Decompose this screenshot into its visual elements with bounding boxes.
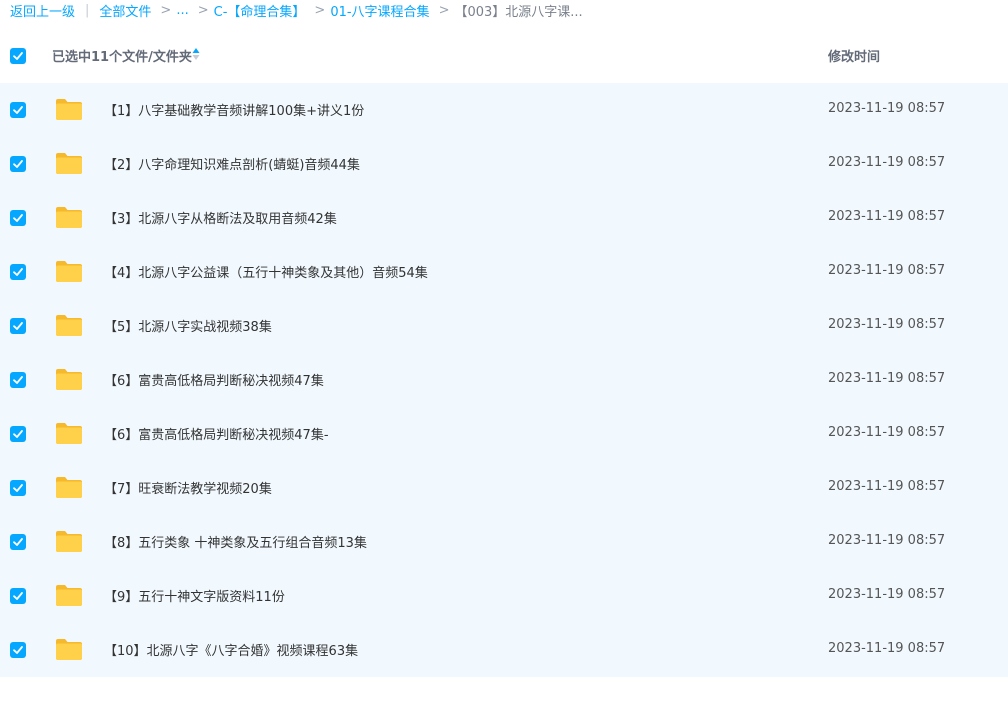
folder-icon — [56, 261, 82, 282]
row-checkbox[interactable] — [10, 264, 26, 280]
checkmark-icon — [13, 322, 23, 330]
folder-icon — [56, 585, 82, 606]
row-checkbox[interactable] — [10, 426, 26, 442]
file-name[interactable]: 【6】富贵高低格局判断秘决视频47集 — [104, 370, 324, 389]
back-link[interactable]: 返回上一级 — [10, 1, 75, 20]
breadcrumb: 返回上一级 | 全部文件 > ... > C-【命理合集】 > 01-八字课程合… — [10, 0, 583, 20]
checkmark-icon — [13, 430, 23, 438]
file-row[interactable]: 【8】五行类象 十神类象及五行组合音频13集 2023-11-19 08:57 — [0, 515, 1008, 569]
checkmark-icon — [13, 160, 23, 168]
checkmark-icon — [13, 376, 23, 384]
file-name[interactable]: 【1】八字基础教学音频讲解100集+讲义1份 — [104, 100, 364, 119]
chevron-right-icon: > — [314, 2, 326, 18]
file-row[interactable]: 【7】旺衰断法教学视频20集 2023-11-19 08:57 — [0, 461, 1008, 515]
file-row[interactable]: 【9】五行十神文字版资料11份 2023-11-19 08:57 — [0, 569, 1008, 623]
file-modified-time: 2023-11-19 08:57 — [828, 263, 946, 278]
row-checkbox[interactable] — [10, 642, 26, 658]
row-checkbox[interactable] — [10, 318, 26, 334]
file-modified-time: 2023-11-19 08:57 — [828, 533, 946, 548]
row-checkbox[interactable] — [10, 480, 26, 496]
checkmark-icon — [13, 646, 23, 654]
file-modified-time: 2023-11-19 08:57 — [828, 371, 946, 386]
checkmark-icon — [13, 592, 23, 600]
file-row[interactable]: 【4】北源八字公益课（五行十神类象及其他）音频54集 2023-11-19 08… — [0, 245, 1008, 299]
file-list-header: 已选中11个文件/文件夹 修改时间 — [0, 30, 1008, 82]
select-all-checkbox[interactable] — [10, 48, 26, 64]
breadcrumb-all-files[interactable]: 全部文件 — [99, 1, 151, 20]
file-name[interactable]: 【5】北源八字实战视频38集 — [104, 316, 272, 335]
chevron-right-icon: > — [197, 2, 209, 18]
row-checkbox[interactable] — [10, 156, 26, 172]
chevron-right-icon: > — [438, 2, 450, 18]
folder-icon — [56, 423, 82, 444]
checkmark-icon — [13, 484, 23, 492]
breadcrumb-level1[interactable]: C-【命理合集】 — [214, 1, 306, 20]
folder-icon — [56, 315, 82, 336]
file-row[interactable]: 【6】富贵高低格局判断秘决视频47集 2023-11-19 08:57 — [0, 353, 1008, 407]
file-row[interactable]: 【6】富贵高低格局判断秘决视频47集- 2023-11-19 08:57 — [0, 407, 1008, 461]
file-modified-time: 2023-11-19 08:57 — [828, 479, 946, 494]
folder-icon — [56, 369, 82, 390]
file-modified-time: 2023-11-19 08:57 — [828, 587, 946, 602]
file-list: 【1】八字基础教学音频讲解100集+讲义1份 2023-11-19 08:57 … — [0, 83, 1008, 677]
file-modified-time: 2023-11-19 08:57 — [828, 155, 946, 170]
file-row[interactable]: 【3】北源八字从格断法及取用音频42集 2023-11-19 08:57 — [0, 191, 1008, 245]
folder-icon — [56, 207, 82, 228]
file-name[interactable]: 【9】五行十神文字版资料11份 — [104, 586, 285, 605]
row-checkbox[interactable] — [10, 372, 26, 388]
checkmark-icon — [13, 214, 23, 222]
selection-count-label: 已选中11个文件/文件夹 — [52, 50, 192, 65]
folder-icon — [56, 477, 82, 498]
file-name[interactable]: 【8】五行类象 十神类象及五行组合音频13集 — [104, 532, 367, 551]
row-checkbox[interactable] — [10, 534, 26, 550]
file-row[interactable]: 【5】北源八字实战视频38集 2023-11-19 08:57 — [0, 299, 1008, 353]
file-modified-time: 2023-11-19 08:57 — [828, 101, 946, 116]
checkmark-icon — [13, 268, 23, 276]
row-checkbox[interactable] — [10, 210, 26, 226]
file-modified-time: 2023-11-19 08:57 — [828, 425, 946, 440]
folder-icon — [56, 99, 82, 120]
row-checkbox[interactable] — [10, 102, 26, 118]
breadcrumb-ellipsis[interactable]: ... — [176, 3, 188, 18]
file-name[interactable]: 【4】北源八字公益课（五行十神类象及其他）音频54集 — [104, 262, 428, 281]
breadcrumb-current: 【003】北源八字课... — [454, 4, 583, 20]
folder-icon — [56, 153, 82, 174]
sort-icon[interactable] — [192, 47, 200, 61]
checkmark-icon — [13, 538, 23, 546]
file-name[interactable]: 【6】富贵高低格局判断秘决视频47集- — [104, 424, 329, 443]
file-modified-time: 2023-11-19 08:57 — [828, 317, 946, 332]
file-name[interactable]: 【7】旺衰断法教学视频20集 — [104, 478, 272, 497]
file-name[interactable]: 【2】八字命理知识难点剖析(蜻蜓)音频44集 — [104, 154, 360, 173]
breadcrumb-level2[interactable]: 01-八字课程合集 — [330, 1, 429, 20]
breadcrumb-divider: | — [85, 2, 90, 18]
chevron-right-icon: > — [160, 2, 172, 18]
modified-time-column-header[interactable]: 修改时间 — [828, 46, 880, 65]
file-row[interactable]: 【1】八字基础教学音频讲解100集+讲义1份 2023-11-19 08:57 — [0, 83, 1008, 137]
file-modified-time: 2023-11-19 08:57 — [828, 209, 946, 224]
row-checkbox[interactable] — [10, 588, 26, 604]
checkmark-icon — [13, 106, 23, 114]
checkmark-icon — [13, 52, 23, 60]
file-modified-time: 2023-11-19 08:57 — [828, 641, 946, 656]
file-row[interactable]: 【2】八字命理知识难点剖析(蜻蜓)音频44集 2023-11-19 08:57 — [0, 137, 1008, 191]
file-name[interactable]: 【3】北源八字从格断法及取用音频42集 — [104, 208, 337, 227]
folder-icon — [56, 531, 82, 552]
file-row[interactable]: 【10】北源八字《八字合婚》视频课程63集 2023-11-19 08:57 — [0, 623, 1008, 677]
file-name[interactable]: 【10】北源八字《八字合婚》视频课程63集 — [104, 640, 358, 659]
folder-icon — [56, 639, 82, 660]
